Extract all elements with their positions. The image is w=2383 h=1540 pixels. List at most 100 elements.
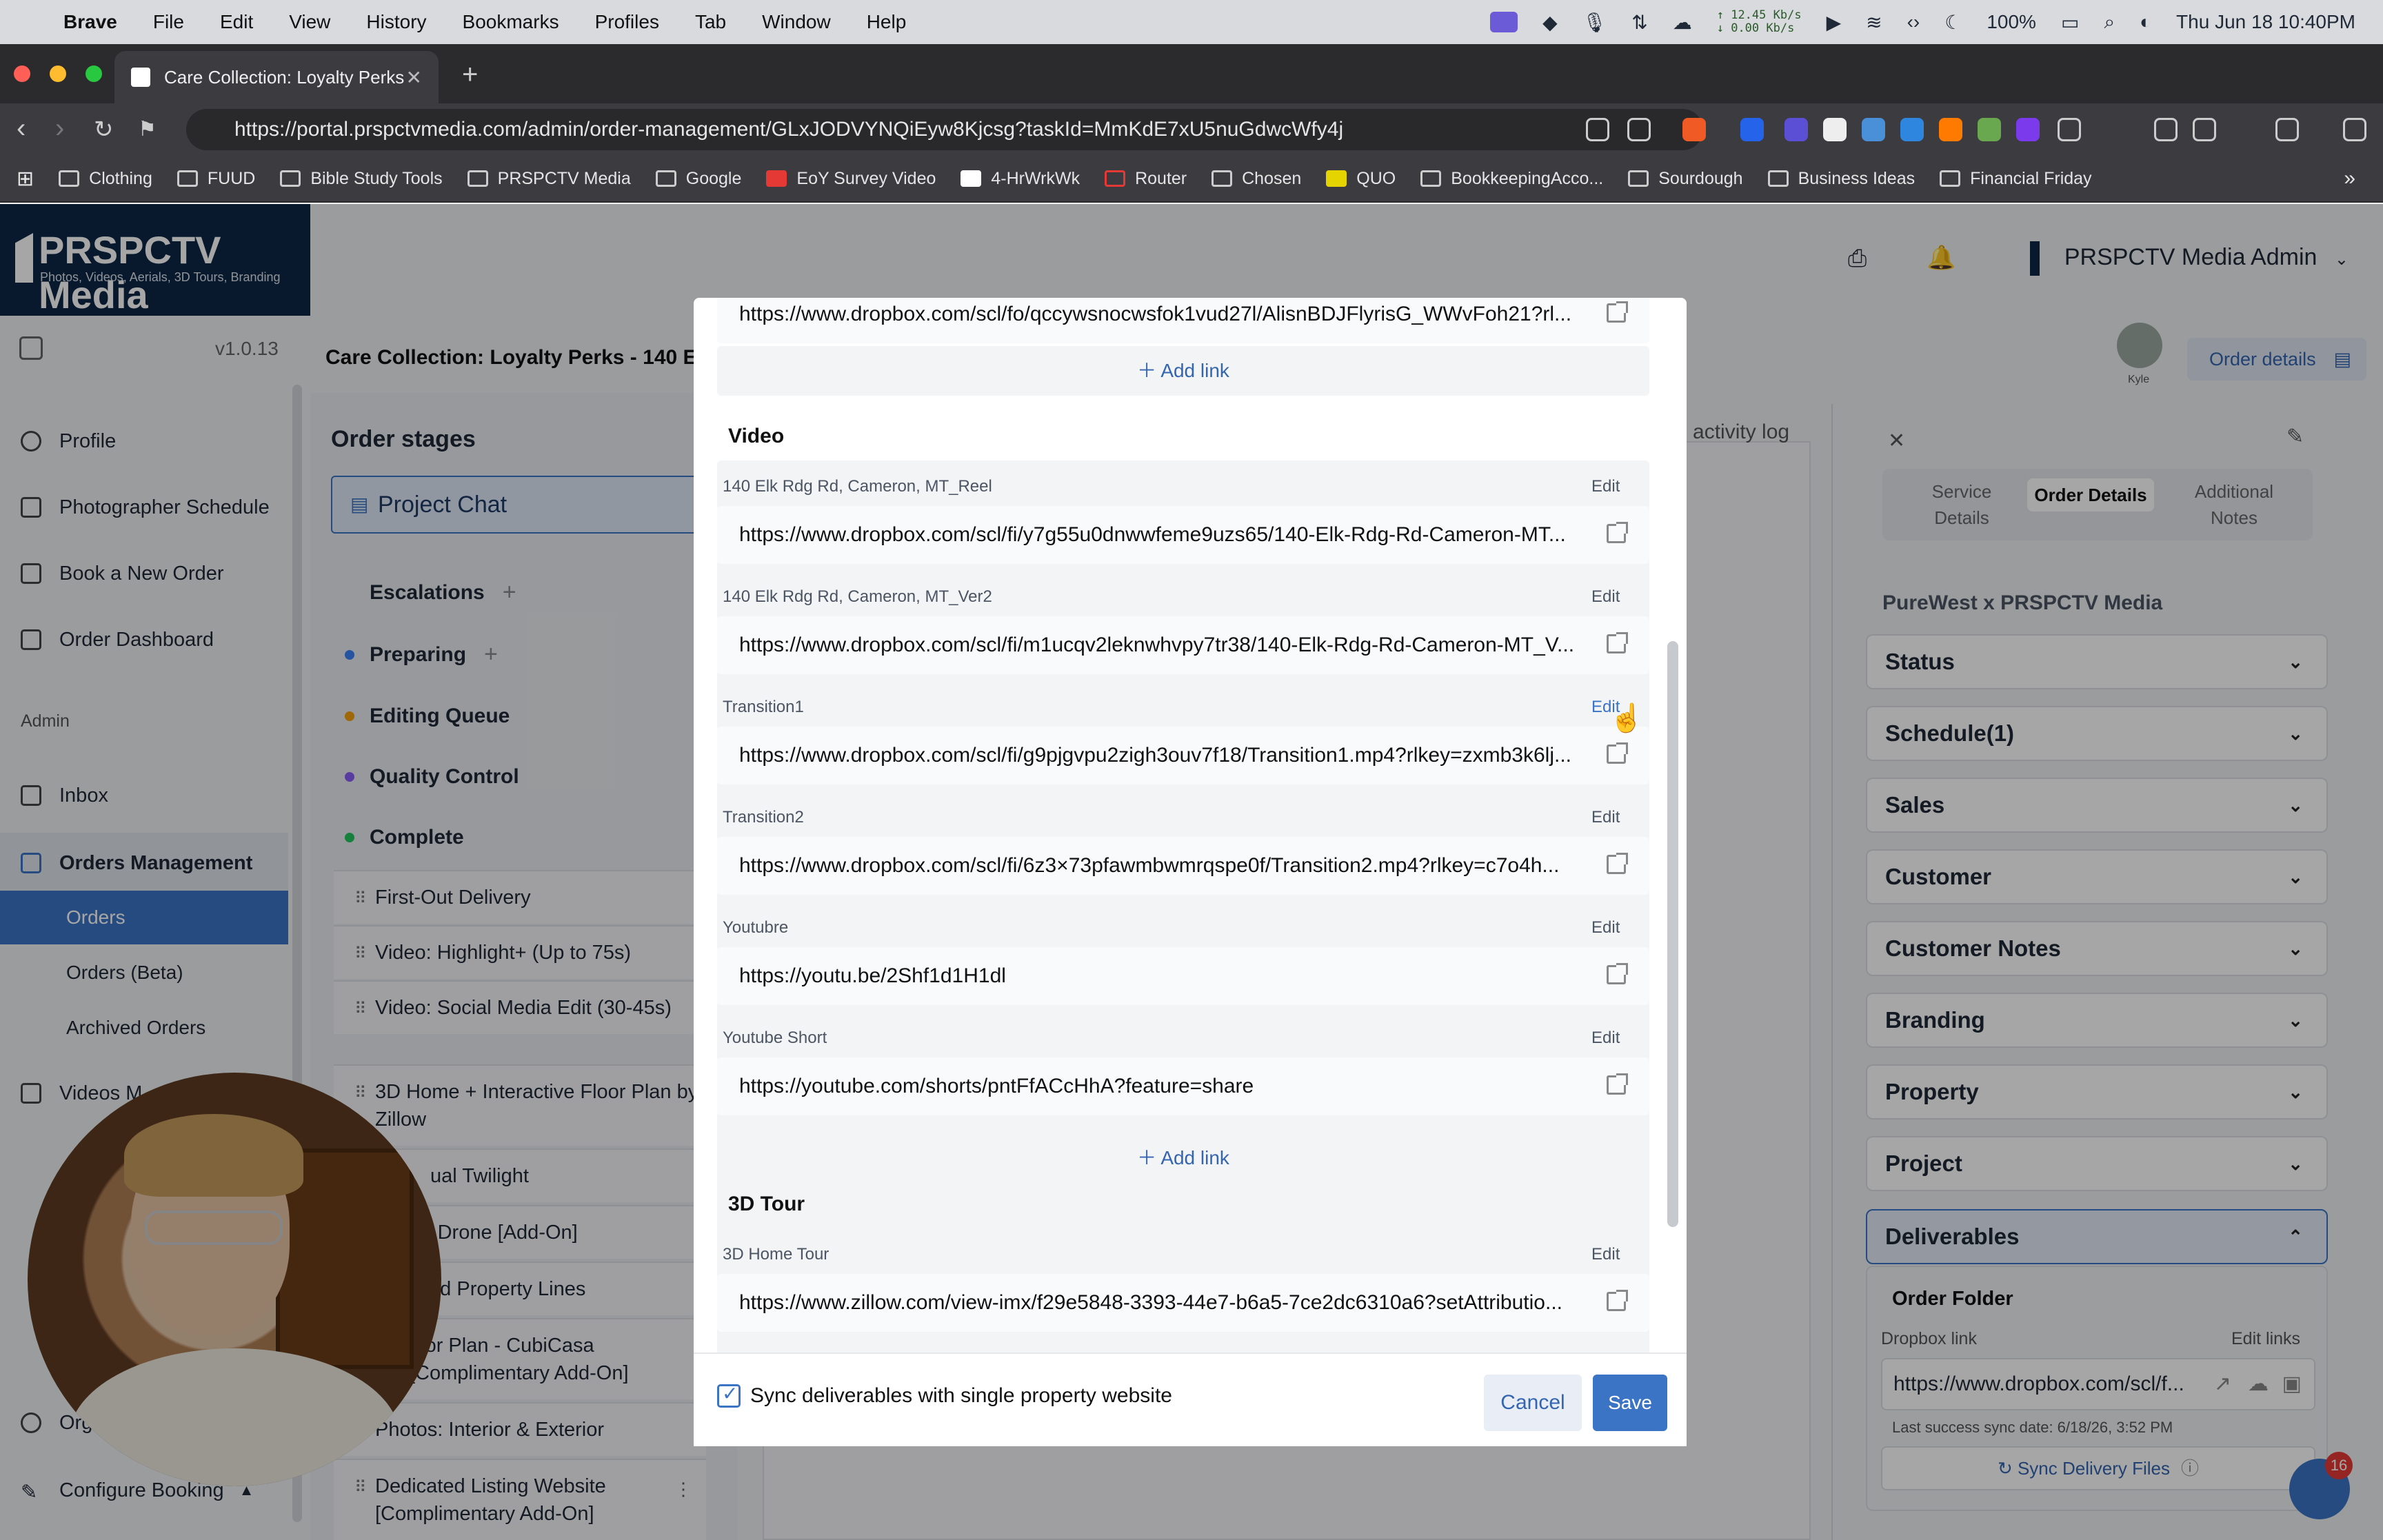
- new-tab-icon[interactable]: +: [462, 59, 478, 90]
- menu-file[interactable]: File: [153, 11, 184, 33]
- link-edit-button[interactable]: Edit: [1591, 587, 1620, 607]
- link-edit-button[interactable]: Edit: [1591, 477, 1620, 496]
- external-link-icon[interactable]: [1607, 301, 1628, 323]
- extensions-puzzle-icon[interactable]: [2058, 118, 2081, 141]
- link-url-field[interactable]: https://www.zillow.com/view-imx/f29e5848…: [717, 1274, 1649, 1332]
- external-link-icon[interactable]: [1607, 1073, 1628, 1095]
- apps-grid-icon[interactable]: ⊞: [17, 167, 34, 191]
- bookmark-prspctv-media[interactable]: PRSPCTV Media: [467, 169, 631, 189]
- extension-3-icon[interactable]: [1823, 118, 1847, 141]
- sidebar-toggle-icon[interactable]: [2193, 118, 2216, 141]
- forward-icon[interactable]: ›: [55, 113, 64, 144]
- reload-icon[interactable]: ↻: [94, 116, 114, 143]
- link-edit-button[interactable]: Edit: [1591, 918, 1620, 938]
- wifi-icon[interactable]: ≋: [1866, 11, 1882, 34]
- menu-profiles[interactable]: Profiles: [595, 11, 659, 33]
- link-url-field[interactable]: https://youtube.com/shorts/pntFfACcHhA?f…: [717, 1057, 1649, 1115]
- link-url-field[interactable]: https://www.dropbox.com/scl/fo/qccywsnoc…: [717, 298, 1649, 343]
- bookmark-sourdough[interactable]: Sourdough: [1628, 169, 1743, 189]
- battery-percent[interactable]: 100%: [1987, 11, 2036, 33]
- play-icon[interactable]: ▶: [1827, 11, 1842, 34]
- back-icon[interactable]: ‹: [17, 113, 26, 144]
- microphone-icon[interactable]: 🎙: [1582, 11, 1607, 34]
- sync-deliverables-label[interactable]: Sync deliverables with single property w…: [750, 1384, 1172, 1408]
- add-link-button[interactable]: ＋ Add link: [717, 1133, 1649, 1183]
- bookmark-business-ideas[interactable]: Business Ideas: [1767, 169, 1915, 189]
- bookmark-clothing[interactable]: Clothing: [59, 169, 152, 189]
- extension-6-icon[interactable]: [1939, 118, 1962, 141]
- extension-4-icon[interactable]: [1862, 118, 1885, 141]
- ai-assistant-icon[interactable]: [2275, 118, 2299, 141]
- menu-app-name[interactable]: Brave: [63, 11, 117, 33]
- transfer-icon[interactable]: ⇅: [1631, 11, 1647, 34]
- link-url-field[interactable]: https://www.dropbox.com/scl/fi/y7g55u0dn…: [717, 506, 1649, 564]
- screen-share-icon[interactable]: [1490, 12, 1518, 32]
- link-edit-button[interactable]: Edit: [1591, 1245, 1620, 1264]
- browser-tab-active[interactable]: Care Collection: Loyalty Perks ✕: [114, 51, 439, 103]
- menu-edit[interactable]: Edit: [220, 11, 253, 33]
- install-app-icon[interactable]: [1586, 118, 1609, 141]
- link-edit-button[interactable]: Edit: [1591, 808, 1620, 827]
- menu-view[interactable]: View: [289, 11, 330, 33]
- bookmark-icon[interactable]: ⚑: [138, 117, 157, 141]
- address-bar[interactable]: https://portal.prspctvmedia.com/admin/or…: [186, 109, 1703, 150]
- tab-close-icon[interactable]: ✕: [406, 66, 422, 89]
- link-label: 3D Home Tour: [723, 1245, 829, 1264]
- extension-1-icon[interactable]: [1740, 118, 1764, 141]
- spotlight-search-icon[interactable]: ⌕: [2104, 11, 2115, 34]
- bookmark-fuud[interactable]: FUUD: [177, 169, 255, 189]
- external-link-icon[interactable]: [1607, 1290, 1628, 1311]
- dropbox-icon[interactable]: ◆: [1542, 11, 1558, 34]
- quo-icon: [1326, 170, 1347, 187]
- code-icon[interactable]: ‹›: [1907, 11, 1920, 33]
- brave-shields-icon[interactable]: [1682, 118, 1706, 141]
- extension-7-icon[interactable]: [1978, 118, 2001, 141]
- add-link-button[interactable]: ＋ Add link: [717, 346, 1649, 396]
- control-center-icon[interactable]: ◐: [2140, 11, 2151, 33]
- extension-8-icon[interactable]: [2016, 118, 2040, 141]
- cancel-button[interactable]: Cancel: [1484, 1375, 1582, 1431]
- link-url-field[interactable]: https://www.dropbox.com/scl/fi/g9pjgvpu2…: [717, 727, 1649, 784]
- bookmark-financial-friday[interactable]: Financial Friday: [1940, 169, 2092, 189]
- link-url-field[interactable]: https://youtu.be/2Shf1d1H1dl: [717, 947, 1649, 1005]
- edit-deliverables-modal: https://www.dropbox.com/scl/fo/qccywsnoc…: [694, 298, 1687, 1446]
- maximize-window-button[interactable]: [86, 65, 102, 82]
- bookmark-bible-study-tools[interactable]: Bible Study Tools: [280, 169, 443, 189]
- share-icon[interactable]: [1627, 118, 1651, 141]
- bookmark-4hrwrkwk[interactable]: 4-HrWrkWk: [961, 169, 1080, 189]
- menu-help[interactable]: Help: [867, 11, 907, 33]
- external-link-icon[interactable]: [1607, 963, 1628, 984]
- external-link-icon[interactable]: [1607, 742, 1628, 764]
- external-link-icon[interactable]: [1607, 632, 1628, 654]
- close-window-button[interactable]: [14, 65, 30, 82]
- bookmark-chosen[interactable]: Chosen: [1211, 169, 1301, 189]
- extension-5-icon[interactable]: [1900, 118, 1924, 141]
- menu-history[interactable]: History: [366, 11, 426, 33]
- bookmark-quo[interactable]: QUO: [1326, 169, 1396, 189]
- save-button[interactable]: Save: [1593, 1375, 1667, 1431]
- menu-tab[interactable]: Tab: [695, 11, 726, 33]
- link-url-field[interactable]: https://www.dropbox.com/scl/fi/6z3×73pfa…: [717, 837, 1649, 895]
- video-section-title: Video: [728, 425, 785, 447]
- more-bookmarks-icon[interactable]: »: [2344, 167, 2355, 190]
- external-link-icon[interactable]: [1607, 853, 1628, 874]
- cloud-icon[interactable]: ☁: [1673, 11, 1692, 34]
- bookmark-router[interactable]: Router: [1105, 169, 1187, 189]
- menu-window[interactable]: Window: [762, 11, 831, 33]
- bookmark-google[interactable]: Google: [655, 169, 741, 189]
- link-edit-button[interactable]: Edit: [1591, 1029, 1620, 1048]
- link-url-field[interactable]: https://www.dropbox.com/scl/fi/m1ucqv2le…: [717, 616, 1649, 674]
- moon-icon[interactable]: ☾: [1944, 11, 1962, 34]
- menu-bookmarks[interactable]: Bookmarks: [463, 11, 559, 33]
- bookmark-eoy-survey-video[interactable]: EoY Survey Video: [766, 169, 936, 189]
- modal-scrollbar[interactable]: [1667, 641, 1678, 1227]
- extension-2-icon[interactable]: [1784, 118, 1808, 141]
- clock[interactable]: Thu Jun 18 10:40PM: [2176, 11, 2355, 33]
- sync-deliverables-checkbox[interactable]: [717, 1382, 741, 1408]
- external-link-icon[interactable]: [1607, 522, 1628, 543]
- browser-menu-icon[interactable]: [2343, 118, 2366, 141]
- minimize-window-button[interactable]: [50, 65, 66, 82]
- network-speed: ↑ 12.45 Kb/s ↓ 0.00 Kb/s: [1716, 8, 1802, 35]
- media-icon[interactable]: [2154, 118, 2178, 141]
- bookmark-bookkeeping[interactable]: BookkeepingAcco...: [1420, 169, 1603, 189]
